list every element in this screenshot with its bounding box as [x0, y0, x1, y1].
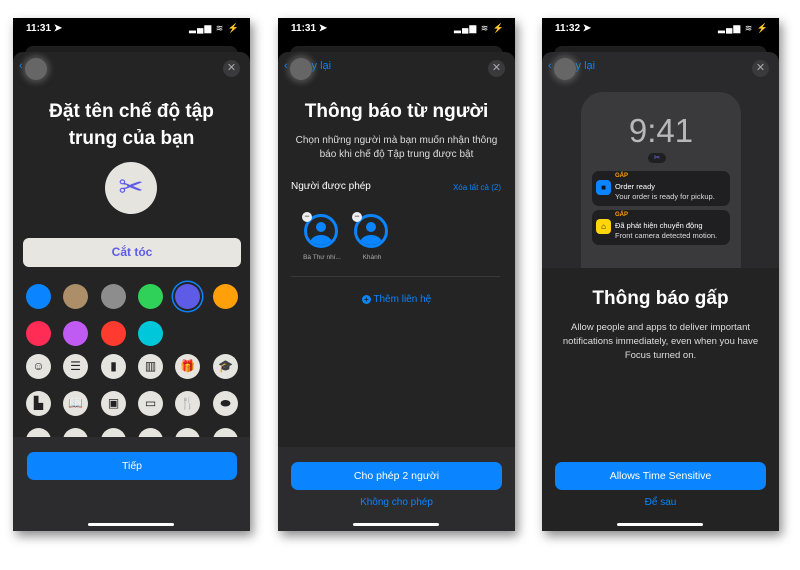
briefcase-icon[interactable]: ▣: [101, 391, 126, 416]
back-chevron-icon[interactable]: ‹: [19, 60, 23, 72]
notification-body: Front camera detected motion.: [615, 231, 718, 240]
clear-all-link[interactable]: Xóa tất cả (2): [453, 183, 501, 192]
person-avatar[interactable]: −: [352, 212, 388, 248]
section-label: Người được phép: [291, 181, 371, 192]
color-swatch[interactable]: [175, 284, 200, 309]
footer: Cho phép 2 người Không cho phép: [278, 447, 515, 531]
bookmark-icon[interactable]: ▮: [101, 354, 126, 379]
page-title: Thông báo gấp: [592, 288, 729, 309]
preview-clock: 9:41: [628, 112, 694, 149]
color-swatch[interactable]: [26, 321, 51, 346]
color-swatch[interactable]: [213, 284, 238, 309]
allow-people-button[interactable]: Cho phép 2 người: [291, 462, 502, 490]
close-button[interactable]: ✕: [488, 60, 505, 77]
home-indicator: [353, 523, 439, 526]
phone-screen-people: 11:31 ➤ ▂▄▆ ≋ ⚡ ‹ Quay lại ✕ Thông báo t…: [278, 18, 515, 531]
status-time: 11:31 ➤: [291, 23, 328, 34]
subtitle-line1: Chọn những người mà bạn muốn nhận thông: [295, 135, 498, 146]
phone-screen-time-sensitive: 11:32 ➤ ▂▄▆ ≋ ⚡ ‹ Quay lại ✕ 9:41 ✂ ■ GẤ…: [542, 18, 779, 531]
status-icons: ▂▄▆ ≋ ⚡: [189, 23, 240, 33]
color-swatch[interactable]: [101, 321, 126, 346]
home-indicator: [88, 523, 174, 526]
pills-icon[interactable]: ⬬: [213, 391, 238, 416]
status-icons: ▂▄▆ ≋ ⚡: [718, 23, 769, 33]
status-time: 11:32 ➤: [555, 23, 592, 34]
touch-indicator: [290, 58, 312, 80]
bag-icon: ■: [596, 180, 611, 195]
color-swatch[interactable]: [26, 284, 51, 309]
description-line1: Allow people and apps to deliver importa…: [570, 322, 751, 333]
next-button[interactable]: Tiếp: [27, 452, 237, 480]
allow-time-sensitive-button[interactable]: Allows Time Sensitive: [555, 462, 766, 490]
touch-indicator: [554, 58, 576, 80]
color-swatch[interactable]: [138, 321, 163, 346]
person-name: Khánh: [362, 254, 382, 261]
notification-card: ■ GẤP Order ready Your order is ready fo…: [592, 171, 730, 206]
notification-title: Order ready: [615, 182, 656, 191]
divider: [291, 276, 500, 277]
document-icon[interactable]: ▙: [26, 391, 51, 416]
description-line2: notifications immediately, even when you…: [562, 336, 759, 347]
fork-knife-icon[interactable]: 🍴: [175, 391, 200, 416]
page-title-line2: trung của bạn: [68, 128, 195, 149]
color-swatch[interactable]: [63, 284, 88, 309]
touch-indicator: [25, 58, 47, 80]
description-line3: Focus turned on.: [624, 350, 697, 361]
smiley-icon[interactable]: ☺: [26, 354, 51, 379]
graduation-cap-icon[interactable]: 🎓: [213, 354, 238, 379]
notification-tag: GẤP: [615, 173, 629, 179]
person-avatar[interactable]: −: [302, 212, 338, 248]
status-icons: ▂▄▆ ≋ ⚡: [454, 23, 505, 33]
notification-tag: GẤP: [615, 212, 629, 218]
page-title: Thông báo từ người: [304, 101, 489, 122]
scissors-icon: ✂: [105, 162, 157, 214]
color-swatch[interactable]: [63, 321, 88, 346]
subtitle: Chọn những người mà bạn muốn nhận thông …: [278, 134, 515, 162]
person-name: Bà Thư nhí...: [303, 254, 341, 261]
add-contact-button[interactable]: + Thêm liên hệ: [278, 294, 515, 305]
focus-name-input[interactable]: Cắt tóc: [23, 238, 241, 267]
scissors-icon: ✂: [648, 153, 666, 163]
credit-card-icon[interactable]: ▭: [138, 391, 163, 416]
books-icon[interactable]: ▥: [138, 354, 163, 379]
description: Allow people and apps to deliver importa…: [542, 321, 779, 363]
dont-allow-button[interactable]: Không cho phép: [278, 497, 515, 508]
lockscreen-preview: 9:41 ✂ ■ GẤP Order ready Your order is r…: [581, 92, 741, 282]
notification-title: Đã phát hiện chuyển động: [615, 221, 703, 230]
subtitle-line2: báo khi chế độ Tập trung được bật: [319, 149, 474, 160]
color-swatch[interactable]: [101, 284, 126, 309]
add-contact-label: Thêm liên hệ: [373, 294, 432, 305]
book-icon[interactable]: 📖: [63, 391, 88, 416]
status-time: 11:31 ➤: [26, 23, 63, 34]
remove-person-button[interactable]: −: [352, 212, 362, 222]
list-icon[interactable]: ☰: [63, 354, 88, 379]
notification-card: ⌂ GẤP Đã phát hiện chuyển động Front cam…: [592, 210, 730, 245]
color-swatch[interactable]: [138, 284, 163, 309]
phone-screen-name-focus: 11:31 ➤ ▂▄▆ ≋ ⚡ ‹ ✕ Đặt tên chế độ tập t…: [13, 18, 250, 531]
close-button[interactable]: ✕: [752, 60, 769, 77]
notification-body: Your order is ready for pickup.: [615, 192, 715, 201]
remove-person-button[interactable]: −: [302, 212, 312, 222]
home-icon: ⌂: [596, 219, 611, 234]
plus-circle-icon: +: [361, 295, 371, 304]
later-button[interactable]: Để sau: [542, 497, 779, 508]
page-title-line1: Đặt tên chế độ tập: [49, 101, 214, 122]
footer: Tiếp: [13, 437, 250, 531]
gift-icon[interactable]: 🎁: [175, 354, 200, 379]
close-button[interactable]: ✕: [223, 60, 240, 77]
home-indicator: [617, 523, 703, 526]
